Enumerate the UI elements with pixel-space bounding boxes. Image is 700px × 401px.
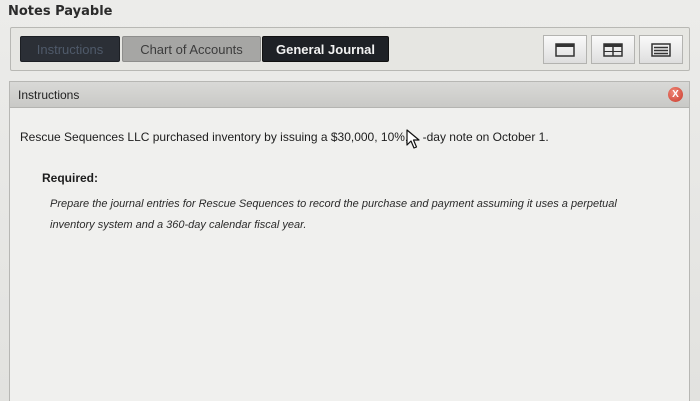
mouse-cursor-icon [406, 129, 420, 149]
list-view-icon [651, 42, 671, 57]
problem-text-before: Rescue Sequences LLC purchased inventory… [20, 130, 412, 144]
single-panel-view-button[interactable] [543, 35, 587, 64]
split-panel-view-button[interactable] [591, 35, 635, 64]
single-panel-icon [555, 42, 575, 57]
list-view-button[interactable] [639, 35, 683, 64]
panel-title: Instructions [18, 88, 80, 102]
tab-chart-of-accounts[interactable]: Chart of Accounts [122, 36, 261, 62]
tab-instructions[interactable]: Instructions [20, 36, 120, 62]
problem-statement: Rescue Sequences LLC purchased inventory… [20, 130, 549, 144]
app-title: Notes Payable [8, 4, 113, 19]
page: Notes Payable Instructions Chart of Acco… [0, 0, 700, 401]
panel-header: Instructions X [10, 82, 689, 108]
required-label: Required: [42, 171, 99, 185]
required-text: Prepare the journal entries for Rescue S… [50, 198, 617, 231]
view-buttons [539, 35, 683, 64]
tab-general-journal[interactable]: General Journal [262, 36, 389, 62]
toolbar: Instructions Chart of Accounts General J… [10, 27, 690, 71]
instructions-panel: Instructions X Rescue Sequences LLC purc… [9, 81, 690, 401]
close-icon[interactable]: X [668, 87, 683, 102]
problem-text-after: -day note on October 1. [422, 130, 549, 144]
split-panel-icon [603, 42, 623, 57]
